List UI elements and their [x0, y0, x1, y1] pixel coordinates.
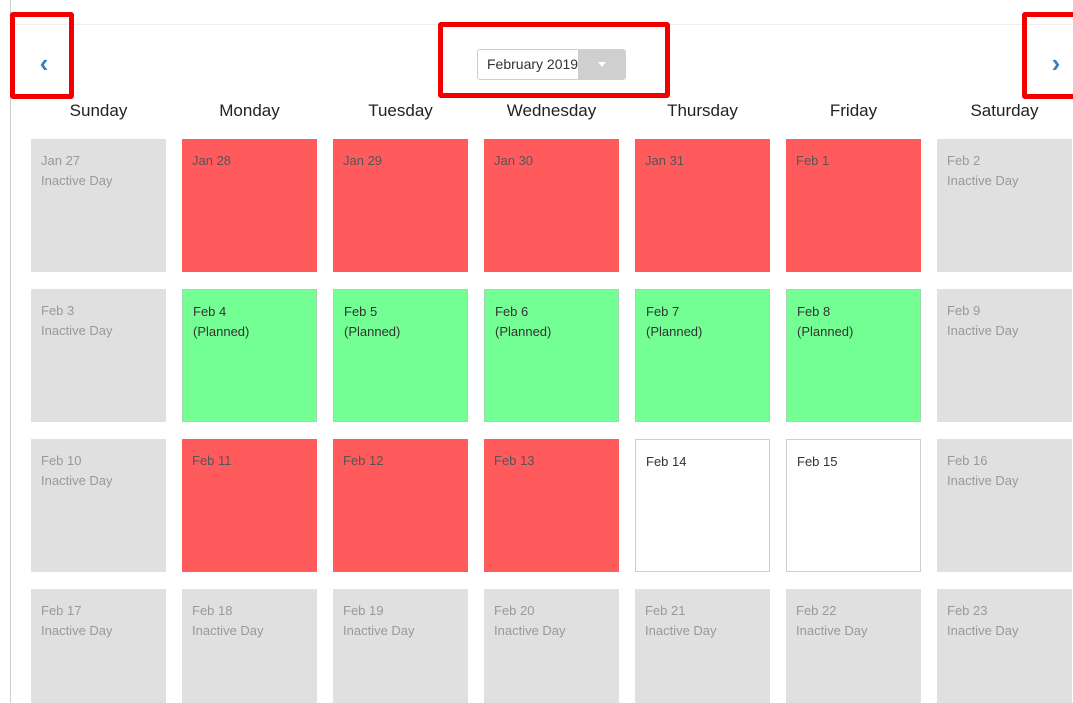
- day-date: Feb 18: [192, 603, 233, 618]
- day-status-note: (Planned): [495, 324, 552, 339]
- day-date: Feb 16: [947, 453, 988, 468]
- day-status-note: Inactive Day: [192, 623, 264, 638]
- day-date: Feb 2: [947, 153, 981, 168]
- day-status-note: (Planned): [797, 324, 854, 339]
- day-date: Feb 6: [495, 304, 529, 319]
- day-date: Feb 14: [646, 454, 687, 469]
- day-cell[interactable]: Feb 5 (Planned): [333, 289, 468, 422]
- day-date: Feb 1: [796, 153, 830, 168]
- day-cell[interactable]: Jan 27 Inactive Day: [31, 139, 166, 272]
- day-date: Jan 28: [192, 153, 232, 168]
- day-cell[interactable]: Feb 4 (Planned): [182, 289, 317, 422]
- day-date: Feb 20: [494, 603, 535, 618]
- day-cell[interactable]: Jan 29: [333, 139, 468, 272]
- day-date: Feb 11: [192, 453, 232, 468]
- weekday-tuesday: Tuesday: [368, 101, 433, 120]
- day-date: Jan 27: [41, 153, 81, 168]
- day-cell[interactable]: Feb 17 Inactive Day: [31, 589, 166, 703]
- day-date: Jan 30: [494, 153, 534, 168]
- day-date: Feb 23: [947, 603, 988, 618]
- day-cell[interactable]: Jan 30: [484, 139, 619, 272]
- day-status-note: (Planned): [646, 324, 703, 339]
- day-cell[interactable]: Feb 16 Inactive Day: [937, 439, 1072, 572]
- day-date: Feb 9: [947, 303, 981, 318]
- weekday-sunday: Sunday: [69, 101, 128, 120]
- day-status-note: Inactive Day: [947, 473, 1019, 488]
- weekday-saturday: Saturday: [970, 101, 1039, 120]
- day-status-note: Inactive Day: [41, 473, 113, 488]
- day-date: Feb 15: [797, 454, 838, 469]
- day-cell[interactable]: Feb 21 Inactive Day: [635, 589, 770, 703]
- day-date: Feb 17: [41, 603, 82, 618]
- day-date: Feb 8: [797, 304, 831, 319]
- day-cell[interactable]: Feb 23 Inactive Day: [937, 589, 1072, 703]
- day-cell[interactable]: Feb 8 (Planned): [786, 289, 921, 422]
- highlight-box-next: [1022, 12, 1073, 99]
- day-status-note: Inactive Day: [645, 623, 717, 638]
- day-date: Feb 12: [343, 453, 384, 468]
- day-status-note: Inactive Day: [796, 623, 868, 638]
- day-cell[interactable]: Feb 7 (Planned): [635, 289, 770, 422]
- day-date: Feb 19: [343, 603, 384, 618]
- left-border: [10, 0, 11, 703]
- day-date: Feb 4: [193, 304, 227, 319]
- day-cell[interactable]: Feb 14: [635, 439, 770, 572]
- day-status-note: Inactive Day: [41, 323, 113, 338]
- day-status-note: Inactive Day: [343, 623, 415, 638]
- day-cell[interactable]: Feb 3 Inactive Day: [31, 289, 166, 422]
- day-date: Feb 22: [796, 603, 837, 618]
- weekday-monday: Monday: [219, 101, 280, 120]
- day-cell[interactable]: Jan 31: [635, 139, 770, 272]
- day-cell[interactable]: Jan 28: [182, 139, 317, 272]
- day-cell[interactable]: Feb 19 Inactive Day: [333, 589, 468, 703]
- day-cell[interactable]: Feb 12: [333, 439, 468, 572]
- day-status-note: Inactive Day: [41, 623, 113, 638]
- day-cell[interactable]: Feb 15: [786, 439, 921, 572]
- highlight-box-month: [438, 22, 670, 98]
- day-status-note: Inactive Day: [494, 623, 566, 638]
- day-date: Feb 21: [645, 603, 686, 618]
- day-cell[interactable]: Feb 13: [484, 439, 619, 572]
- day-cell[interactable]: Feb 6 (Planned): [484, 289, 619, 422]
- day-status-note: Inactive Day: [947, 623, 1019, 638]
- day-cell[interactable]: Feb 10 Inactive Day: [31, 439, 166, 572]
- weekday-wednesday: Wednesday: [506, 101, 597, 120]
- day-date: Jan 31: [645, 153, 685, 168]
- weekday-thursday: Thursday: [667, 101, 738, 120]
- day-date: Feb 7: [646, 304, 680, 319]
- day-cell[interactable]: Feb 2 Inactive Day: [937, 139, 1072, 272]
- day-date: Feb 3: [41, 303, 75, 318]
- day-cell[interactable]: Feb 11: [182, 439, 317, 572]
- day-date: Feb 10: [41, 453, 82, 468]
- day-status-note: (Planned): [344, 324, 401, 339]
- day-date: Feb 13: [494, 453, 535, 468]
- weekday-friday: Friday: [829, 101, 878, 120]
- day-status-note: Inactive Day: [947, 323, 1019, 338]
- day-cell[interactable]: Feb 22 Inactive Day: [786, 589, 921, 703]
- day-date: Feb 5: [344, 304, 378, 319]
- day-cell[interactable]: Feb 9 Inactive Day: [937, 289, 1072, 422]
- day-status-note: (Planned): [193, 324, 250, 339]
- day-cell[interactable]: Feb 20 Inactive Day: [484, 589, 619, 703]
- day-status-note: Inactive Day: [947, 173, 1019, 188]
- day-status-note: Inactive Day: [41, 173, 113, 188]
- day-cell[interactable]: Feb 1: [786, 139, 921, 272]
- highlight-box-prev: [10, 12, 74, 99]
- day-cell[interactable]: Feb 18 Inactive Day: [182, 589, 317, 703]
- day-date: Jan 29: [343, 153, 383, 168]
